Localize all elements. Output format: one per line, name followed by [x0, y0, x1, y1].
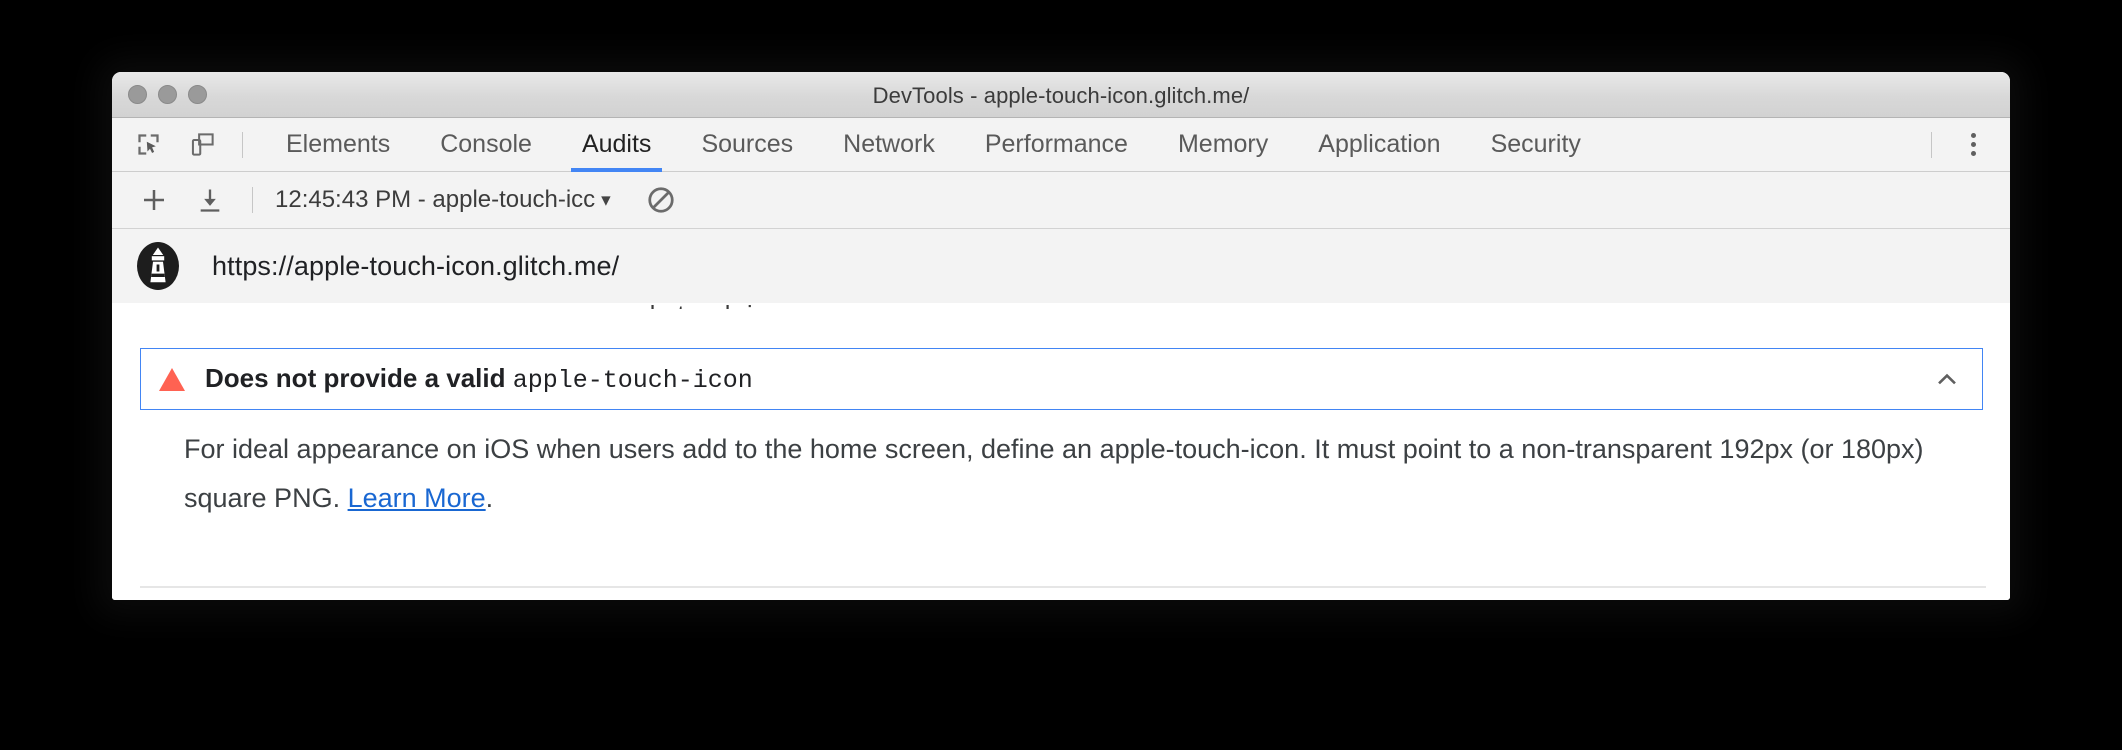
device-toolbar-icon[interactable] — [180, 124, 224, 166]
tab-network[interactable]: Network — [818, 118, 960, 172]
tab-audits[interactable]: Audits — [557, 118, 676, 172]
tab-security[interactable]: Security — [1466, 118, 1606, 172]
menu-dot — [1970, 142, 1976, 147]
tab-memory[interactable]: Memory — [1153, 118, 1293, 172]
tab-label: Sources — [701, 130, 794, 158]
inspect-element-icon[interactable] — [126, 124, 170, 166]
tab-sources[interactable]: Sources — [676, 118, 818, 172]
report-url-row: https://apple-touch-icon.glitch.me/ — [112, 229, 2010, 303]
tab-console[interactable]: Console — [415, 118, 557, 172]
menu-dot — [1970, 151, 1976, 156]
report-select-value: 12:45:43 PM - apple-touch-icc — [275, 186, 596, 213]
audit-description: For ideal appearance on iOS when users a… — [184, 425, 1974, 523]
tab-performance[interactable]: Performance — [960, 118, 1153, 172]
audit-title-prefix: Does not provide a valid — [205, 363, 513, 393]
tabstrip-divider — [242, 131, 243, 158]
plus-icon[interactable] — [130, 178, 178, 222]
tab-label: Network — [843, 130, 935, 158]
chevron-down-icon: ▾ — [601, 189, 611, 211]
lighthouse-logo-icon — [132, 240, 184, 292]
menu-dot — [1970, 133, 1976, 138]
devtools-window: DevTools - apple-touch-icon.glitch.me/ E… — [112, 72, 2010, 600]
clear-all-icon[interactable] — [637, 178, 685, 222]
chevron-up-icon[interactable] — [1932, 364, 1962, 394]
tab-label: Elements — [286, 130, 391, 158]
more-options-icon[interactable] — [1950, 124, 1996, 166]
results-divider — [140, 586, 1986, 588]
tab-label: Security — [1490, 130, 1581, 158]
learn-more-link[interactable]: Learn More — [348, 483, 486, 513]
tabstrip-right-group — [1913, 124, 2010, 166]
report-url: https://apple-touch-icon.glitch.me/ — [212, 250, 620, 281]
tab-label: Memory — [1177, 130, 1269, 158]
warning-triangle-icon — [159, 367, 185, 391]
clipped-text-above: apple-touch-icon — [608, 303, 793, 309]
download-icon[interactable] — [186, 178, 234, 222]
audit-title: Does not provide a valid apple-touch-ico… — [205, 363, 753, 395]
tabstrip-divider-right — [1931, 131, 1932, 158]
audit-title-code: apple-touch-icon — [512, 366, 753, 395]
tab-label: Audits — [581, 130, 652, 158]
audit-result-header[interactable]: Does not provide a valid apple-touch-ico… — [140, 348, 1983, 410]
tab-label: Console — [440, 130, 532, 158]
audits-toolbar: 12:45:43 PM - apple-touch-icc ▾ — [112, 172, 2010, 229]
audits-toolbar-divider — [252, 187, 253, 213]
tab-label: Application — [1318, 130, 1441, 158]
tab-elements[interactable]: Elements — [261, 118, 415, 172]
devtools-tabstrip: Elements Console Audits Sources Network … — [112, 118, 2010, 172]
window-title: DevTools - apple-touch-icon.glitch.me/ — [872, 83, 1250, 108]
audit-results-panel: apple-touch-icon Does not provide a vali… — [112, 303, 2010, 600]
audit-description-period: . — [485, 483, 494, 513]
window-titlebar: DevTools - apple-touch-icon.glitch.me/ — [112, 72, 2010, 118]
tab-application[interactable]: Application — [1293, 118, 1465, 172]
report-select[interactable]: 12:45:43 PM - apple-touch-icc ▾ — [275, 180, 611, 220]
tab-label: Performance — [984, 130, 1128, 158]
